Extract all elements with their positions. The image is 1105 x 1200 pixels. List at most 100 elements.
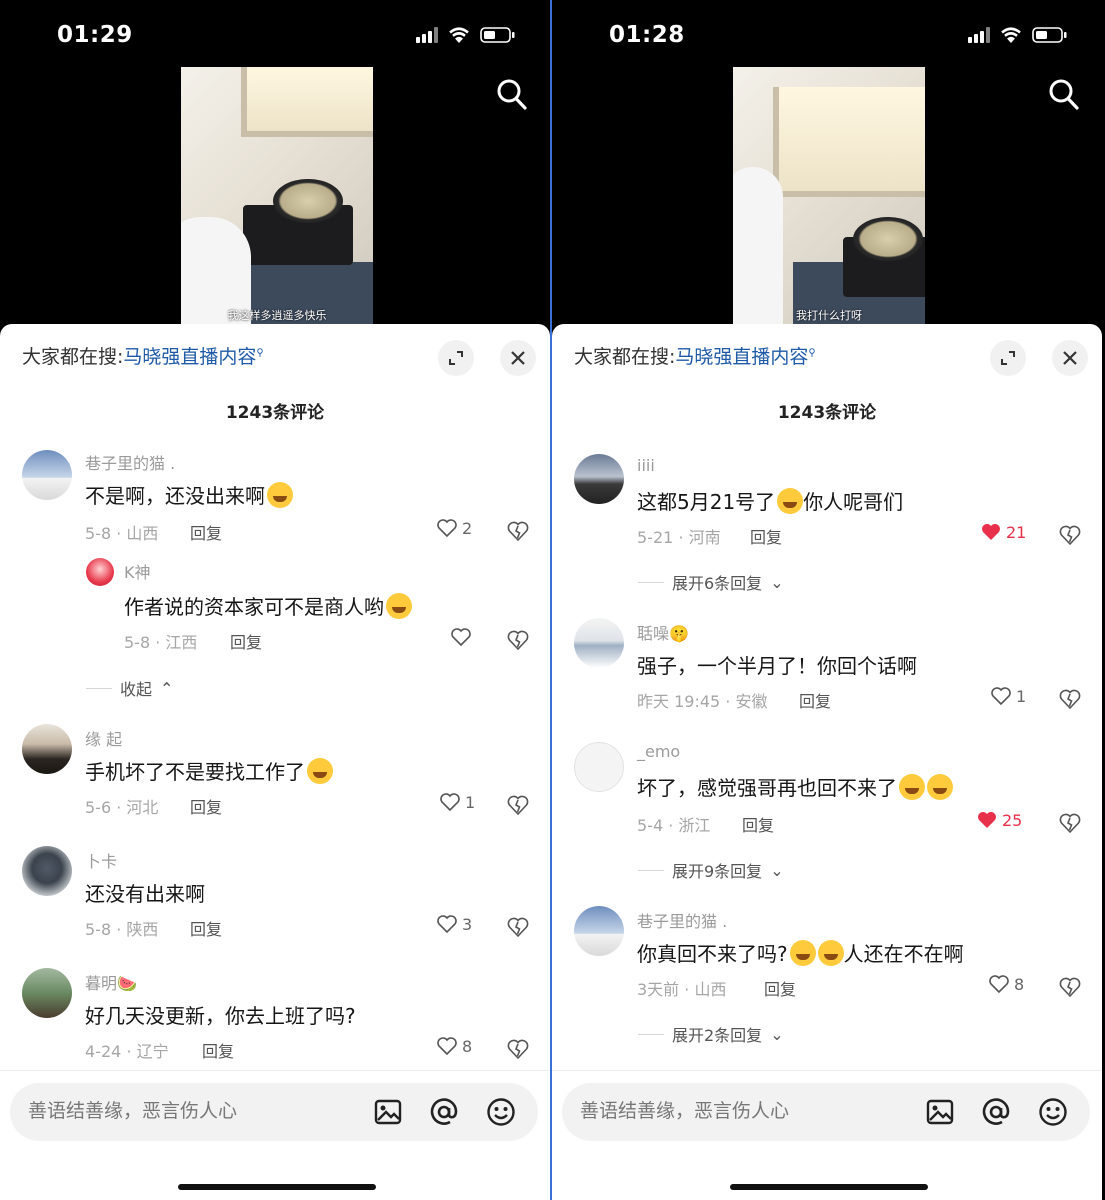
comment-meta: 昨天 19:45 · 安徽 [637,692,768,711]
comment-username[interactable]: 卜卡 [85,848,117,872]
like-button[interactable]: 25 [976,810,1022,830]
comment-text-body: 你真回不来了吗? [637,942,788,966]
hot-search-keyword[interactable]: 马晓强直播内容 [675,346,808,368]
hot-search[interactable]: 大家都在搜:马晓强直播内容⚲ [574,342,816,369]
comment-username[interactable]: 暮明🍉 [85,970,137,994]
heart-icon [978,812,996,828]
comment-text-body: 这都5月21号了 [637,490,776,514]
like-button[interactable]: 3 [436,914,472,934]
avatar[interactable] [574,906,624,956]
close-button[interactable] [500,340,536,376]
dislike-heart-icon[interactable] [1058,812,1082,834]
avatar[interactable] [86,558,114,586]
dislike-heart-icon[interactable] [1058,524,1082,546]
video-preview[interactable]: 我这样多逍遥多快乐 [181,67,373,325]
like-button[interactable]: 1 [439,792,475,812]
search-icon[interactable] [496,78,528,112]
emoji-icon[interactable] [485,1096,517,1128]
comment-input[interactable] [580,1100,920,1122]
heart-icon [437,1037,457,1056]
comment-username[interactable]: K神 [124,559,151,583]
dislike-heart-icon[interactable] [506,794,530,816]
status-time: 01:28 [609,22,685,48]
hot-search-keyword[interactable]: 马晓强直播内容 [123,346,256,368]
comment-username[interactable]: 聒噪🤫 [637,620,689,644]
emoji-icon [777,488,804,514]
hot-search[interactable]: 大家都在搜:马晓强直播内容⚲ [22,342,264,369]
status-time: 01:29 [57,22,133,48]
avatar[interactable] [574,618,624,668]
at-icon[interactable] [980,1096,1012,1128]
comment-text: 你真回不来了吗? 人还在不在啊 [637,938,964,967]
like-count: 2 [462,518,473,538]
avatar[interactable] [22,450,72,500]
comment-username[interactable]: 巷子里的猫 . [637,908,727,932]
reply-button[interactable]: 回复 [230,629,262,653]
comment-input-pill[interactable] [562,1083,1090,1141]
expand-replies-button[interactable]: 展开2条回复 ⌄ [638,1022,784,1046]
dislike-heart-icon[interactable] [506,1038,530,1060]
dislike-heart-icon[interactable] [506,916,530,938]
reply-button[interactable]: 回复 [190,520,222,544]
avatar[interactable] [22,846,72,896]
signal-icon [416,27,438,43]
image-icon[interactable] [372,1096,404,1128]
reply-button[interactable]: 回复 [190,916,222,940]
reply-button[interactable]: 回复 [202,1038,234,1062]
dislike-heart-icon[interactable] [506,520,530,542]
emoji-icon[interactable] [1037,1096,1069,1128]
comment-username[interactable]: iiii [637,456,655,475]
reply-button[interactable]: 回复 [742,812,774,836]
comment-meta: 5-4 · 浙江 [637,816,711,835]
like-button[interactable]: 8 [436,1036,472,1056]
reply-button[interactable]: 回复 [750,524,782,548]
heart-icon [982,524,1000,540]
like-button[interactable]: 8 [988,974,1024,994]
expand-label: 展开6条回复 [672,574,763,593]
expand-button[interactable] [990,340,1026,376]
dislike-heart-icon[interactable] [1058,688,1082,710]
avatar[interactable] [22,968,72,1018]
emoji-icon [789,940,816,966]
collapse-label: 收起 [120,680,153,699]
reply-button[interactable]: 回复 [764,976,796,1000]
expand-replies-button[interactable]: 展开9条回复 ⌄ [638,858,784,882]
dislike-heart-icon[interactable] [506,629,530,651]
comment-text-body: 你人呢哥们 [803,490,904,514]
home-indicator[interactable] [178,1184,376,1190]
comment-count: 1243条评论 [225,403,325,423]
reply-button[interactable]: 回复 [799,688,831,712]
like-button[interactable] [450,627,472,647]
reply-button[interactable]: 回复 [190,794,222,818]
expand-button[interactable] [438,340,474,376]
comment-text-body: 手机坏了不是要找工作了 [85,760,305,784]
comment-username[interactable]: 巷子里的猫 . [85,450,175,474]
avatar[interactable] [574,742,624,792]
like-count: 25 [1002,810,1023,830]
avatar[interactable] [22,724,72,774]
comment-text: 强子，一个半月了！你回个话啊 [637,654,917,678]
close-button[interactable] [1052,340,1088,376]
comment-username[interactable]: 缘 起 [85,726,122,750]
search-icon: ⚲ [808,347,816,359]
like-button[interactable]: 2 [436,518,472,538]
dislike-heart-icon[interactable] [1058,976,1082,998]
comment-text: 不是啊，还没出来啊 [85,480,293,509]
image-icon[interactable] [924,1096,956,1128]
video-preview[interactable]: 我打什么打呀 [733,67,925,325]
emoji-icon [817,940,844,966]
search-icon[interactable] [1048,78,1080,112]
comment-input[interactable] [28,1100,368,1122]
expand-replies-button[interactable]: 展开6条回复 ⌄ [638,570,784,594]
home-indicator[interactable] [730,1184,928,1190]
like-button[interactable]: 1 [990,686,1026,706]
comment-input-bar [0,1070,550,1200]
like-count: 1 [1016,686,1027,706]
like-button[interactable]: 21 [980,522,1026,542]
collapse-replies-button[interactable]: 收起 ⌃ [86,676,173,700]
chevron-up-icon: ⌃ [160,678,174,698]
comment-username[interactable]: _emo [637,742,680,761]
avatar[interactable] [574,454,624,504]
at-icon[interactable] [428,1096,460,1128]
comment-input-pill[interactable] [10,1083,538,1141]
